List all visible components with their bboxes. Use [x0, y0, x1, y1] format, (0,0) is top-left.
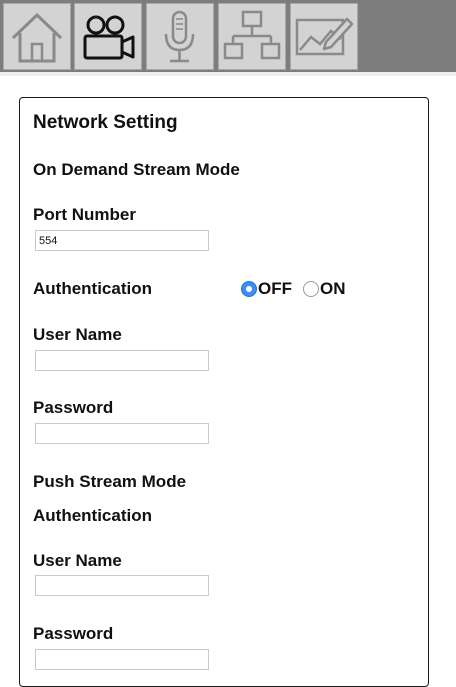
auth-off-radio[interactable] [241, 281, 257, 297]
username-input[interactable] [35, 350, 209, 371]
password-input[interactable] [35, 423, 209, 444]
push-stream-heading: Push Stream Mode [33, 472, 187, 491]
toolbar-divider [0, 72, 456, 76]
push-username-label: User Name [33, 551, 122, 570]
password-label: Password [33, 398, 114, 417]
push-password-input[interactable] [35, 649, 209, 670]
auth-off-label[interactable]: OFF [258, 279, 292, 299]
port-number-input[interactable] [35, 230, 209, 251]
tab-video[interactable] [74, 3, 142, 70]
network-icon [223, 10, 281, 60]
username-label: User Name [33, 325, 122, 344]
tab-home[interactable] [3, 3, 71, 70]
tab-image[interactable] [290, 3, 358, 70]
auth-on-label[interactable]: ON [320, 279, 346, 299]
image-settings-icon [295, 17, 354, 56]
authentication-label: Authentication [33, 279, 152, 298]
top-navigation-bar [0, 0, 456, 72]
tab-network[interactable] [218, 3, 286, 70]
push-username-input[interactable] [35, 575, 209, 596]
microphone-icon [164, 10, 195, 63]
tab-audio[interactable] [146, 3, 214, 70]
page-title: Network Setting [33, 112, 178, 133]
on-demand-heading: On Demand Stream Mode [33, 160, 240, 179]
network-setting-panel [19, 97, 429, 687]
push-authentication-label: Authentication [33, 506, 152, 525]
auth-on-radio[interactable] [303, 281, 319, 297]
video-camera-icon [83, 15, 135, 60]
home-icon [11, 13, 63, 63]
port-number-label: Port Number [33, 205, 136, 224]
push-password-label: Password [33, 624, 114, 643]
